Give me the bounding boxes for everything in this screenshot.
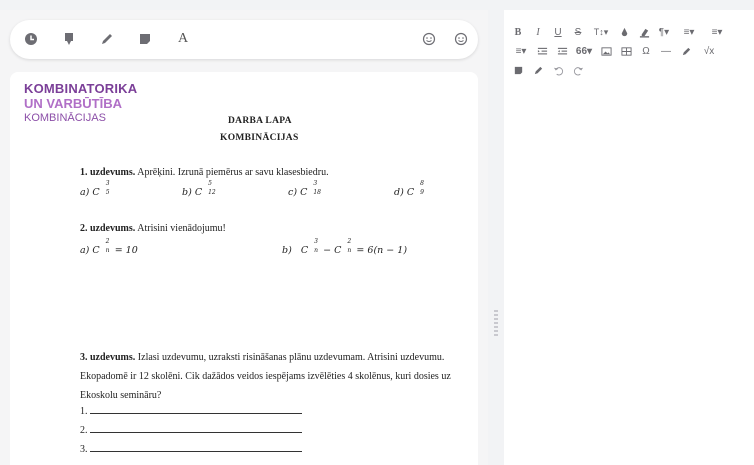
bullet-list-dropdown[interactable]: ≡▾ (512, 43, 530, 59)
worksheet-subtitle: KOMBINĀCIJAS (220, 133, 299, 143)
pencil-icon[interactable] (532, 62, 544, 78)
heading-title: KOMBINATORIKA (24, 81, 138, 96)
clock-icon[interactable] (22, 30, 40, 48)
task2-equation-b: b) C3n − C2n = 6(n − 1) (282, 238, 408, 256)
task3-text: Izlasi uzdevumu, uzraksti risināšanas pl… (80, 352, 451, 401)
task1-item-a: a) C35 (80, 180, 110, 198)
worksheet-title: DARBA LAPA (228, 116, 292, 126)
horizontal-rule-button[interactable]: — (660, 43, 672, 59)
pencil-icon[interactable] (98, 30, 116, 48)
bold-button[interactable]: B (512, 24, 524, 40)
answer-ellipsis: … (80, 461, 90, 465)
pane-splitter[interactable] (488, 10, 504, 465)
highlight-icon[interactable] (638, 24, 650, 40)
task3-statement: 3. uzdevums. Izlasi uzdevumu, uzraksti r… (80, 348, 460, 405)
task1-statement: 1. uzdevums. Aprēķini. Izrunā piemērus a… (80, 167, 329, 178)
comment-icon[interactable] (60, 30, 78, 48)
special-char-button[interactable]: Ω (640, 43, 652, 59)
task1-item-b: b) C 5 12 (182, 180, 216, 198)
note-icon[interactable] (136, 30, 154, 48)
task2-statement: 2. uzdevums. Atrisini vienādojumu! (80, 223, 226, 234)
heading-topic: KOMBINĀCIJAS (24, 112, 106, 124)
math-formula-button[interactable]: √x (700, 43, 718, 59)
font-size-dropdown[interactable]: T↕▾ (590, 24, 612, 40)
document-page: KOMBINATORIKA UN VARBŪTĪBA KOMBINĀCIJAS … (10, 72, 478, 465)
editor-toolbar-row-1: B I U S T↕▾ ¶▾ ≡▾ ≡▾ (504, 22, 754, 42)
undo-icon[interactable] (552, 62, 564, 78)
quote-dropdown[interactable]: 66▾ (574, 43, 594, 59)
task2-equation-a: a) C2n = 10 (80, 238, 138, 256)
editor-pane[interactable]: B I U S T↕▾ ¶▾ ≡▾ ≡▾ ≡▾ 66▾ Ω — √x (504, 10, 754, 465)
outdent-icon[interactable] (556, 43, 568, 59)
left-pane: A KOMBINATORIKA UN VARBŪTĪBA KOMBINĀCIJA… (0, 10, 488, 465)
paragraph-dropdown[interactable]: ¶▾ (656, 24, 672, 40)
italic-button[interactable]: I (532, 24, 544, 40)
smiley-alt-icon[interactable] (452, 30, 470, 48)
heading-subtitle: UN VARBŪTĪBA (24, 96, 122, 111)
indent-icon[interactable] (536, 43, 548, 59)
strikethrough-button[interactable]: S (572, 24, 584, 40)
answer-line-3: 3. (80, 443, 302, 455)
list-dropdown[interactable]: ≡▾ (708, 24, 726, 40)
task1-label: 1. uzdevums. (80, 167, 136, 178)
image-icon[interactable] (600, 43, 612, 59)
editor-toolbar-row-3 (504, 60, 754, 80)
answer-field-3[interactable] (89, 443, 302, 452)
task3-label: 3. uzdevums. (80, 352, 136, 363)
align-dropdown[interactable]: ≡▾ (680, 24, 698, 40)
editor-toolbar-row-2: ≡▾ 66▾ Ω — √x (504, 41, 754, 61)
task1-item-d: d) C89 (394, 180, 424, 198)
table-icon[interactable] (620, 43, 632, 59)
answer-field-2[interactable] (89, 424, 302, 433)
task2-text: Atrisini vienādojumu! (135, 223, 226, 234)
task1-item-c: c) C 3 18 (288, 180, 321, 198)
note-icon[interactable] (512, 62, 524, 78)
text-icon[interactable]: A (174, 30, 192, 48)
pencil-icon[interactable] (680, 43, 692, 59)
redo-icon[interactable] (572, 62, 584, 78)
answer-line-2: 2. (80, 424, 302, 436)
annotation-toolbar: A (10, 20, 478, 59)
text-color-icon[interactable] (618, 24, 630, 40)
answer-field-1[interactable] (89, 405, 302, 414)
task2-label: 2. uzdevums. (80, 223, 136, 234)
underline-button[interactable]: U (552, 24, 564, 40)
splitter-grip-icon[interactable] (494, 310, 498, 336)
task1-text: Aprēķini. Izrunā piemērus ar savu klases… (135, 167, 329, 178)
answer-line-1: 1. (80, 405, 302, 417)
smiley-icon[interactable] (420, 30, 438, 48)
